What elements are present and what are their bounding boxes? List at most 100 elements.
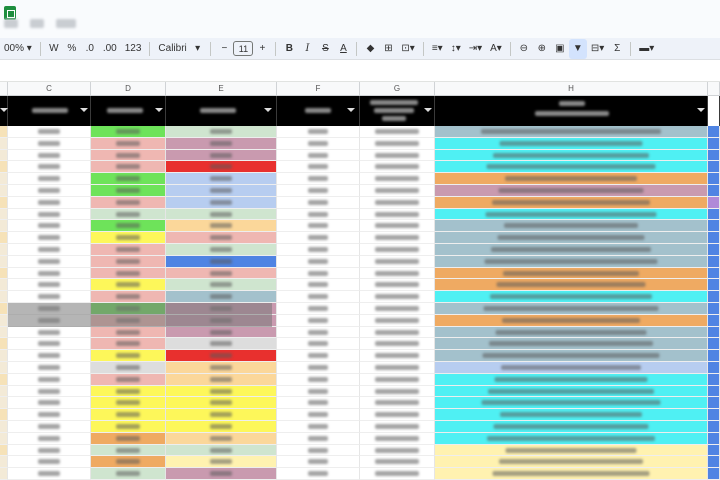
cell-b[interactable] xyxy=(0,185,8,197)
cell-h[interactable] xyxy=(435,362,708,374)
cell-c[interactable] xyxy=(8,279,91,292)
cell-e[interactable] xyxy=(166,196,277,209)
font-select[interactable]: Calibri ▾ xyxy=(154,39,206,59)
cell-h[interactable] xyxy=(435,326,708,339)
cell-h[interactable] xyxy=(435,137,708,150)
cell-g[interactable] xyxy=(360,185,435,197)
cell-c[interactable] xyxy=(8,456,91,469)
cell-d[interactable] xyxy=(91,385,166,398)
cell-e[interactable] xyxy=(166,232,277,244)
cell-b[interactable] xyxy=(0,468,8,480)
chart-icon[interactable]: ▣ xyxy=(551,39,569,59)
cell-h[interactable] xyxy=(435,279,708,292)
functions-button[interactable]: Σ xyxy=(608,39,626,59)
cell-e[interactable] xyxy=(166,432,277,445)
cell-d[interactable] xyxy=(91,232,166,244)
cell-b[interactable] xyxy=(0,326,8,339)
cell-b[interactable] xyxy=(0,137,8,150)
cell-h[interactable] xyxy=(435,303,708,315)
cell-e[interactable] xyxy=(166,338,277,351)
cell-c[interactable] xyxy=(8,397,91,410)
cell-f[interactable] xyxy=(277,196,360,209)
increase-font-size-button[interactable]: + xyxy=(253,39,271,59)
cell-i[interactable] xyxy=(708,196,720,209)
cell-g[interactable] xyxy=(360,161,435,174)
format-button[interactable]: W xyxy=(45,39,63,59)
cell-c[interactable] xyxy=(8,432,91,445)
cell-h[interactable] xyxy=(435,208,708,221)
cell-h[interactable] xyxy=(435,149,708,162)
cell-b[interactable] xyxy=(0,126,8,138)
cell-d[interactable] xyxy=(91,338,166,351)
cell-f[interactable] xyxy=(277,149,360,162)
cell-f[interactable] xyxy=(277,397,360,410)
cell-i[interactable] xyxy=(708,421,720,433)
cell-g[interactable] xyxy=(360,196,435,209)
cell-g[interactable] xyxy=(360,208,435,221)
filter-dropdown-icon[interactable] xyxy=(80,108,88,112)
cell-d[interactable] xyxy=(91,161,166,174)
cell-b[interactable] xyxy=(0,267,8,280)
cell-f[interactable] xyxy=(277,244,360,256)
cell-g[interactable] xyxy=(360,421,435,433)
cell-f[interactable] xyxy=(277,373,360,386)
cell-b[interactable] xyxy=(0,208,8,221)
cell-b[interactable] xyxy=(0,362,8,374)
cell-e[interactable] xyxy=(166,362,277,374)
cell-e[interactable] xyxy=(166,385,277,398)
cell-f[interactable] xyxy=(277,255,360,268)
cell-c[interactable] xyxy=(8,208,91,221)
cell-i[interactable] xyxy=(708,255,720,268)
cell-i[interactable] xyxy=(708,244,720,256)
cell-i[interactable] xyxy=(708,350,720,362)
cell-i[interactable] xyxy=(708,303,720,315)
cell-d[interactable] xyxy=(91,137,166,150)
strikethrough-button[interactable]: S xyxy=(316,39,334,59)
column-header-d[interactable]: D xyxy=(91,82,166,96)
cell-g[interactable] xyxy=(360,220,435,233)
cell-c[interactable] xyxy=(8,444,91,457)
cell-i[interactable] xyxy=(708,468,720,480)
cell-d[interactable] xyxy=(91,468,166,480)
cell-d[interactable] xyxy=(91,244,166,256)
cell-b[interactable] xyxy=(0,303,8,315)
cell-g[interactable] xyxy=(360,137,435,150)
cell-d[interactable] xyxy=(91,456,166,469)
cell-g[interactable] xyxy=(360,255,435,268)
align-icon[interactable]: ≡▾ xyxy=(428,39,447,59)
cell-c[interactable] xyxy=(8,196,91,209)
cell-c[interactable] xyxy=(8,350,91,362)
cell-i[interactable] xyxy=(708,314,720,327)
cell-i[interactable] xyxy=(708,362,720,374)
cell-e[interactable] xyxy=(166,350,277,362)
cell-h[interactable] xyxy=(435,373,708,386)
italic-button[interactable]: I xyxy=(298,39,316,59)
cell-f[interactable] xyxy=(277,303,360,315)
cell-e[interactable] xyxy=(166,220,277,233)
cell-f[interactable] xyxy=(277,161,360,174)
cell-f[interactable] xyxy=(277,444,360,457)
font-size-input[interactable]: 11 xyxy=(233,41,254,56)
cell-b[interactable] xyxy=(0,432,8,445)
column-header-g[interactable]: G xyxy=(360,82,435,96)
selected-range[interactable] xyxy=(8,303,272,327)
cell-b[interactable] xyxy=(0,149,8,162)
valign-icon[interactable]: ↕▾ xyxy=(447,39,465,59)
cell-g[interactable] xyxy=(360,468,435,480)
cell-d[interactable] xyxy=(91,291,166,303)
cell-f[interactable] xyxy=(277,385,360,398)
cell-c[interactable] xyxy=(8,385,91,398)
cell-h[interactable] xyxy=(435,232,708,244)
filter-dropdown-icon[interactable] xyxy=(264,108,272,112)
cell-i[interactable] xyxy=(708,385,720,398)
cell-c[interactable] xyxy=(8,267,91,280)
cell-i[interactable] xyxy=(708,456,720,469)
number-format-button[interactable]: 123 xyxy=(121,39,146,59)
cell-b[interactable] xyxy=(0,373,8,386)
cell-h[interactable] xyxy=(435,126,708,138)
cell-g[interactable] xyxy=(360,385,435,398)
cell-h[interactable] xyxy=(435,421,708,433)
menu-item-file[interactable] xyxy=(4,19,18,28)
cell-f[interactable] xyxy=(277,432,360,445)
filter-icon[interactable]: ▼ xyxy=(568,38,587,59)
